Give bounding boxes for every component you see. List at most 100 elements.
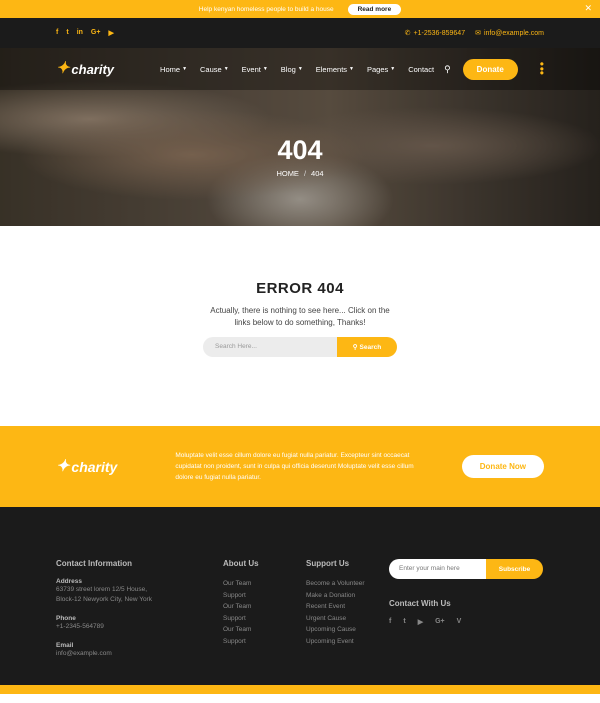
subscribe-email-input[interactable]: Enter your main here	[389, 559, 486, 579]
email-value: info@example.com	[56, 650, 112, 657]
nav-item-event[interactable]: Event ▼	[242, 65, 268, 74]
footer-link[interactable]: Our Team	[223, 624, 306, 636]
twitter-icon[interactable]: t	[403, 618, 405, 626]
footer-link[interactable]: Urgent Cause	[306, 613, 389, 625]
footer-link[interactable]: Make a Donation	[306, 590, 389, 602]
phone-label: Phone	[56, 615, 76, 622]
donate-button[interactable]: Donate	[462, 58, 518, 80]
chevron-down-icon: ▼	[349, 66, 354, 72]
logo-figure-icon: ✦	[56, 60, 70, 77]
footer-link[interactable]: Our Team	[223, 601, 306, 613]
youtube-icon[interactable]: ▶	[418, 618, 423, 626]
nav-item-label: Event	[241, 64, 261, 74]
logo-figure-icon: ✦	[56, 457, 70, 475]
logo-text: charity	[71, 61, 115, 77]
footer-about-title: About Us	[223, 559, 259, 568]
phone-icon: ✆	[404, 30, 411, 37]
nav-item-label: Contact	[408, 64, 435, 74]
error-heading: ERROR 404	[256, 280, 344, 297]
phone-value: +1-2345-564789	[56, 623, 104, 630]
twitter-icon[interactable]: t	[66, 29, 68, 37]
footer-link[interactable]: Become a Volunteer	[306, 578, 389, 590]
search-icon: ⚲	[352, 344, 358, 351]
donate-now-button[interactable]: Donate Now	[461, 455, 544, 478]
close-icon[interactable]: ✕	[584, 3, 592, 14]
page-hero: ✦ charity Home ▼ Cause ▼ Event ▼ Blog ▼ Elem…	[0, 48, 600, 226]
chevron-down-icon: ▼	[390, 66, 396, 72]
phone-link[interactable]: ✆ +1-2536-859647	[404, 29, 466, 38]
email-link[interactable]: ✉ info@example.com	[475, 29, 544, 38]
announcement-bar: Help kenyan homeless people to build a h…	[0, 0, 600, 18]
google-plus-icon[interactable]: G+	[435, 618, 445, 626]
read-more-button[interactable]: Read more	[347, 3, 402, 15]
nav-item-pages[interactable]: Pages ▼	[367, 65, 395, 74]
site-logo[interactable]: ✦ charity	[56, 61, 114, 77]
subscribe-form: Enter your main here Subscribe	[389, 559, 543, 579]
footer-subscribe-column: Enter your main here Subscribe Contact W…	[389, 559, 543, 694]
main-nav: ✦ charity Home ▼ Cause ▼ Event ▼ Blog ▼ Elem…	[0, 48, 600, 90]
youtube-icon[interactable]: ▶	[108, 29, 113, 37]
breadcrumb: HOME / 404	[0, 169, 600, 178]
search-button[interactable]: ⚲ Search	[337, 337, 397, 357]
address-value: 63739 street lorem 12/5 House, Block-12 …	[56, 586, 152, 603]
nav-item-label: Elements	[315, 64, 348, 74]
subscribe-button[interactable]: Subscribe	[486, 559, 543, 579]
mail-icon: ✉	[475, 30, 481, 37]
footer-about-column: About Us Our Team Support Our Team Suppo…	[223, 559, 306, 694]
contact-with-us-title: Contact With Us	[389, 599, 451, 608]
chevron-down-icon: ▼	[182, 66, 188, 72]
footer-link[interactable]: Recent Event	[306, 601, 389, 613]
google-plus-icon[interactable]: G+	[91, 29, 101, 37]
footer-socials: f t ▶ G+ V	[389, 618, 543, 626]
cta-text: Moluptate velit esse cillum dolore eu fu…	[175, 452, 414, 481]
address-label: Address	[56, 578, 83, 585]
announcement-text: Help kenyan homeless people to build a h…	[198, 5, 334, 13]
nav-item-label: Blog	[280, 64, 296, 74]
breadcrumb-home[interactable]: HOME	[276, 169, 299, 178]
linkedin-icon[interactable]: in	[77, 29, 83, 37]
chevron-down-icon: ▼	[223, 66, 229, 72]
search-icon[interactable]: ⚲	[444, 64, 451, 75]
footer-link[interactable]: Support	[223, 613, 306, 625]
logo-text: charity	[71, 458, 118, 475]
facebook-icon[interactable]: f	[56, 29, 58, 37]
facebook-icon[interactable]: f	[389, 618, 391, 626]
nav-menu: Home ▼ Cause ▼ Event ▼ Blog ▼ Elements ▼ Page…	[160, 65, 434, 74]
footer-contact-column: Contact Information Address 63739 street…	[56, 559, 223, 694]
nav-item-blog[interactable]: Blog ▼	[281, 65, 303, 74]
topbar-socials: f t in G+ ▶	[56, 29, 114, 37]
nav-item-label: Pages	[366, 64, 389, 74]
nav-item-elements[interactable]: Elements ▼	[316, 65, 354, 74]
nav-item-cause[interactable]: Cause ▼	[200, 65, 229, 74]
vimeo-icon[interactable]: V	[457, 618, 462, 626]
footer-contact-title: Contact Information	[56, 559, 132, 568]
error-message: Actually, there is nothing to see here..…	[210, 306, 390, 327]
page-title: 404	[277, 135, 323, 165]
footer-support-title: Support Us	[306, 559, 350, 568]
footer-link[interactable]: Support	[223, 636, 306, 648]
topbar-contact: ✆ +1-2536-859647 ✉ info@example.com	[404, 29, 544, 38]
footer-logo[interactable]: ✦ charity	[56, 457, 118, 475]
nav-item-label: Home	[160, 64, 181, 74]
footer: Contact Information Address 63739 street…	[0, 507, 600, 694]
error-section: ERROR 404 Actually, there is nothing to …	[0, 226, 600, 426]
footer-bottom-strip	[0, 685, 600, 694]
footer-link[interactable]: Upcoming Event	[306, 636, 389, 648]
phone-text: +1-2536-859647	[413, 29, 466, 37]
nav-item-label: Cause	[200, 64, 222, 74]
chevron-down-icon: ▼	[262, 66, 268, 72]
more-menu-icon[interactable]: • • •	[540, 58, 544, 80]
breadcrumb-current: 404	[311, 169, 324, 178]
search-button-label: Search	[359, 343, 382, 351]
footer-link[interactable]: Support	[223, 590, 306, 602]
cta-band: ✦ charity Moluptate velit esse cillum do…	[0, 426, 600, 507]
footer-link[interactable]: Our Team	[223, 578, 306, 590]
search-input[interactable]: Search Here...	[203, 337, 337, 357]
footer-support-column: Support Us Become a Volunteer Make a Don…	[306, 559, 389, 694]
footer-link[interactable]: Upcoming Cause	[306, 624, 389, 636]
search-form: Search Here... ⚲ Search	[203, 337, 397, 357]
topbar: f t in G+ ▶ ✆ +1-2536-859647 ✉ info@exam…	[0, 18, 600, 48]
nav-item-home[interactable]: Home ▼	[160, 65, 187, 74]
email-text: info@example.com	[483, 29, 544, 37]
nav-item-contact[interactable]: Contact	[408, 65, 434, 74]
